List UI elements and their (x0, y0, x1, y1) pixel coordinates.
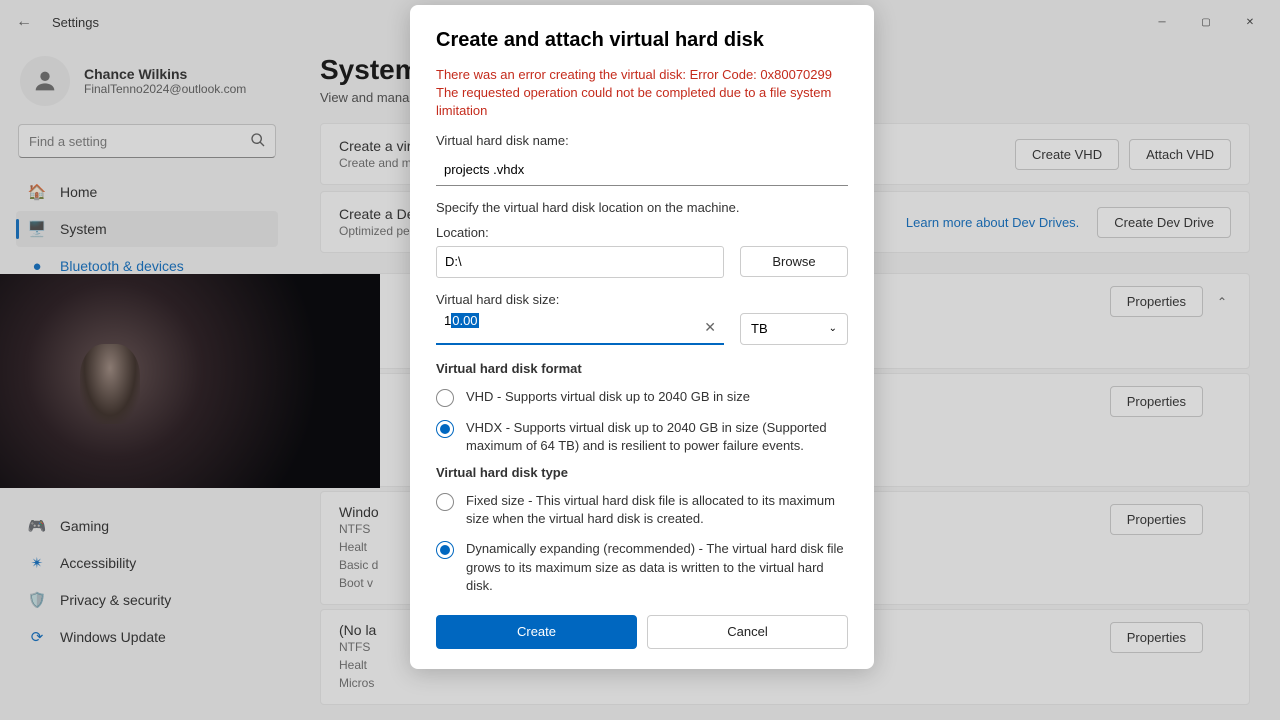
create-button[interactable]: Create (436, 615, 637, 649)
radio-vhdx[interactable]: VHDX - Supports virtual disk up to 2040 … (436, 419, 848, 455)
radio-icon (436, 389, 454, 407)
cancel-button[interactable]: Cancel (647, 615, 848, 649)
browse-button[interactable]: Browse (740, 246, 848, 277)
size-unit-select[interactable]: TB ⌄ (740, 313, 848, 345)
radio-dynamic[interactable]: Dynamically expanding (recommended) - Th… (436, 540, 848, 595)
chevron-down-icon: ⌄ (829, 323, 837, 334)
location-text: Specify the virtual hard disk location o… (436, 200, 848, 215)
size-input[interactable]: 10.00 (436, 313, 724, 343)
create-vhd-dialog: Create and attach virtual hard disk Ther… (410, 5, 874, 669)
radio-vhd[interactable]: VHD - Supports virtual disk up to 2040 G… (436, 388, 848, 407)
type-heading: Virtual hard disk type (436, 465, 848, 480)
webcam-overlay (0, 274, 380, 488)
location-label: Location: (436, 225, 848, 240)
name-label: Virtual hard disk name: (436, 133, 848, 148)
vhd-name-input[interactable] (436, 154, 848, 186)
radio-icon (436, 541, 454, 559)
radio-label: Fixed size - This virtual hard disk file… (466, 492, 848, 528)
format-heading: Virtual hard disk format (436, 361, 848, 376)
radio-label: Dynamically expanding (recommended) - Th… (466, 540, 848, 595)
size-input-wrap[interactable]: 10.00 ✕ (436, 313, 724, 345)
clear-icon[interactable]: ✕ (704, 319, 716, 336)
error-message: There was an error creating the virtual … (436, 66, 848, 121)
radio-label: VHDX - Supports virtual disk up to 2040 … (466, 419, 848, 455)
radio-label: VHD - Supports virtual disk up to 2040 G… (466, 388, 750, 406)
radio-icon (436, 493, 454, 511)
dialog-title: Create and attach virtual hard disk (436, 29, 848, 52)
radio-icon (436, 420, 454, 438)
radio-fixed[interactable]: Fixed size - This virtual hard disk file… (436, 492, 848, 528)
size-label: Virtual hard disk size: (436, 292, 848, 307)
location-input[interactable] (436, 246, 724, 278)
